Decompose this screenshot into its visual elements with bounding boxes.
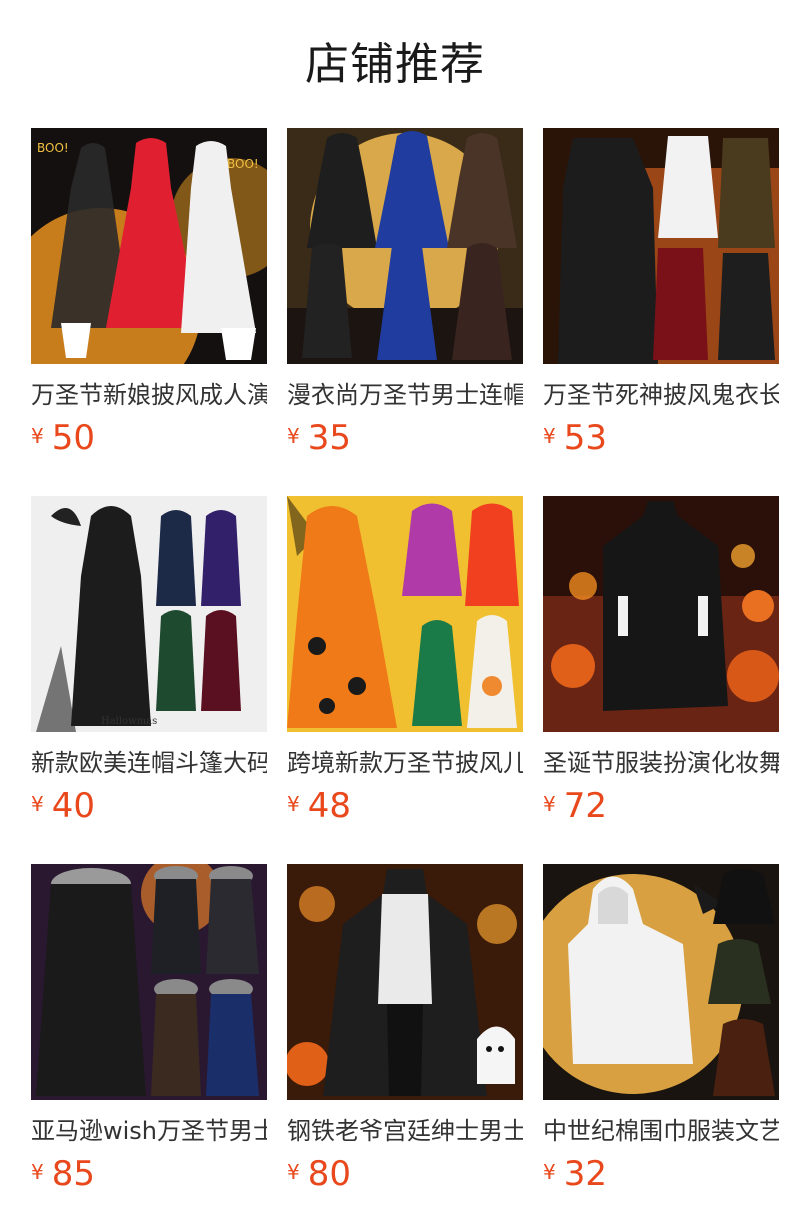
product-card[interactable]: 圣诞节服装扮演化妆舞会披风 ¥72 [543,496,779,864]
price-value: 48 [307,786,351,826]
page-title: 店铺推荐 [305,39,485,90]
product-name[interactable]: 中世纪棉围巾服装文艺复兴 [543,1114,779,1148]
currency-symbol: ¥ [287,1160,300,1184]
product-name[interactable]: 亚马逊wish万圣节男士毛领披风 [31,1114,267,1148]
currency-symbol: ¥ [543,1160,556,1184]
currency-symbol: ¥ [287,424,300,448]
product-name[interactable]: 圣诞节服装扮演化妆舞会披风 [543,746,779,780]
product-price: ¥40 [31,786,95,826]
price-value: 50 [51,418,95,458]
product-card[interactable]: 万圣节死神披风鬼衣长袍 ¥53 [543,128,779,496]
product-image[interactable] [543,128,779,364]
currency-symbol: ¥ [31,1160,44,1184]
product-card[interactable]: Hallowmas 新款欧美连帽斗篷大码长袍 ¥40 [31,496,267,864]
product-price: ¥48 [287,786,351,826]
price-value: 85 [51,1154,95,1194]
svg-text:BOO!: BOO! [37,141,69,155]
currency-symbol: ¥ [31,792,44,816]
product-card[interactable]: 中世纪棉围巾服装文艺复兴 ¥32 [543,864,779,1232]
product-image[interactable] [287,128,523,364]
product-card[interactable]: 钢铁老爷宫廷绅士男士披风 ¥80 [287,864,523,1232]
product-image[interactable] [31,864,267,1100]
product-image[interactable] [287,496,523,732]
product-price: ¥80 [287,1154,351,1194]
product-name[interactable]: 万圣节新娘披风成人演出服 [31,378,267,412]
price-value: 80 [307,1154,351,1194]
currency-symbol: ¥ [287,792,300,816]
product-price: ¥32 [543,1154,607,1194]
product-card[interactable]: 亚马逊wish万圣节男士毛领披风 ¥85 [31,864,267,1232]
product-price: ¥72 [543,786,607,826]
svg-text:BOO!: BOO! [227,157,259,171]
product-card[interactable]: BOO! BOO! 万圣节新娘披风成人演出服 ¥50 [31,128,267,496]
product-name[interactable]: 新款欧美连帽斗篷大码长袍 [31,746,267,780]
product-card[interactable]: 漫衣尚万圣节男士连帽披风 ¥35 [287,128,523,496]
product-image[interactable]: Hallowmas [31,496,267,732]
product-image[interactable] [287,864,523,1100]
product-price: ¥35 [287,418,351,458]
product-price: ¥53 [543,418,607,458]
product-name[interactable]: 漫衣尚万圣节男士连帽披风 [287,378,523,412]
product-image[interactable] [543,496,779,732]
currency-symbol: ¥ [543,424,556,448]
product-grid: BOO! BOO! 万圣节新娘披风成人演出服 ¥50 [31,128,779,1232]
price-value: 72 [563,786,607,826]
price-value: 53 [563,418,607,458]
product-card[interactable]: 跨境新款万圣节披风儿童斗篷 ¥48 [287,496,523,864]
currency-symbol: ¥ [543,792,556,816]
product-price: ¥85 [31,1154,95,1194]
product-image[interactable]: BOO! BOO! [31,128,267,364]
product-name[interactable]: 钢铁老爷宫廷绅士男士披风 [287,1114,523,1148]
product-image[interactable] [543,864,779,1100]
price-value: 32 [563,1154,607,1194]
currency-symbol: ¥ [31,424,44,448]
product-name[interactable]: 万圣节死神披风鬼衣长袍 [543,378,779,412]
price-value: 35 [307,418,351,458]
product-price: ¥50 [31,418,95,458]
price-value: 40 [51,786,95,826]
svg-text:Hallowmas: Hallowmas [101,716,157,727]
product-name[interactable]: 跨境新款万圣节披风儿童斗篷 [287,746,523,780]
